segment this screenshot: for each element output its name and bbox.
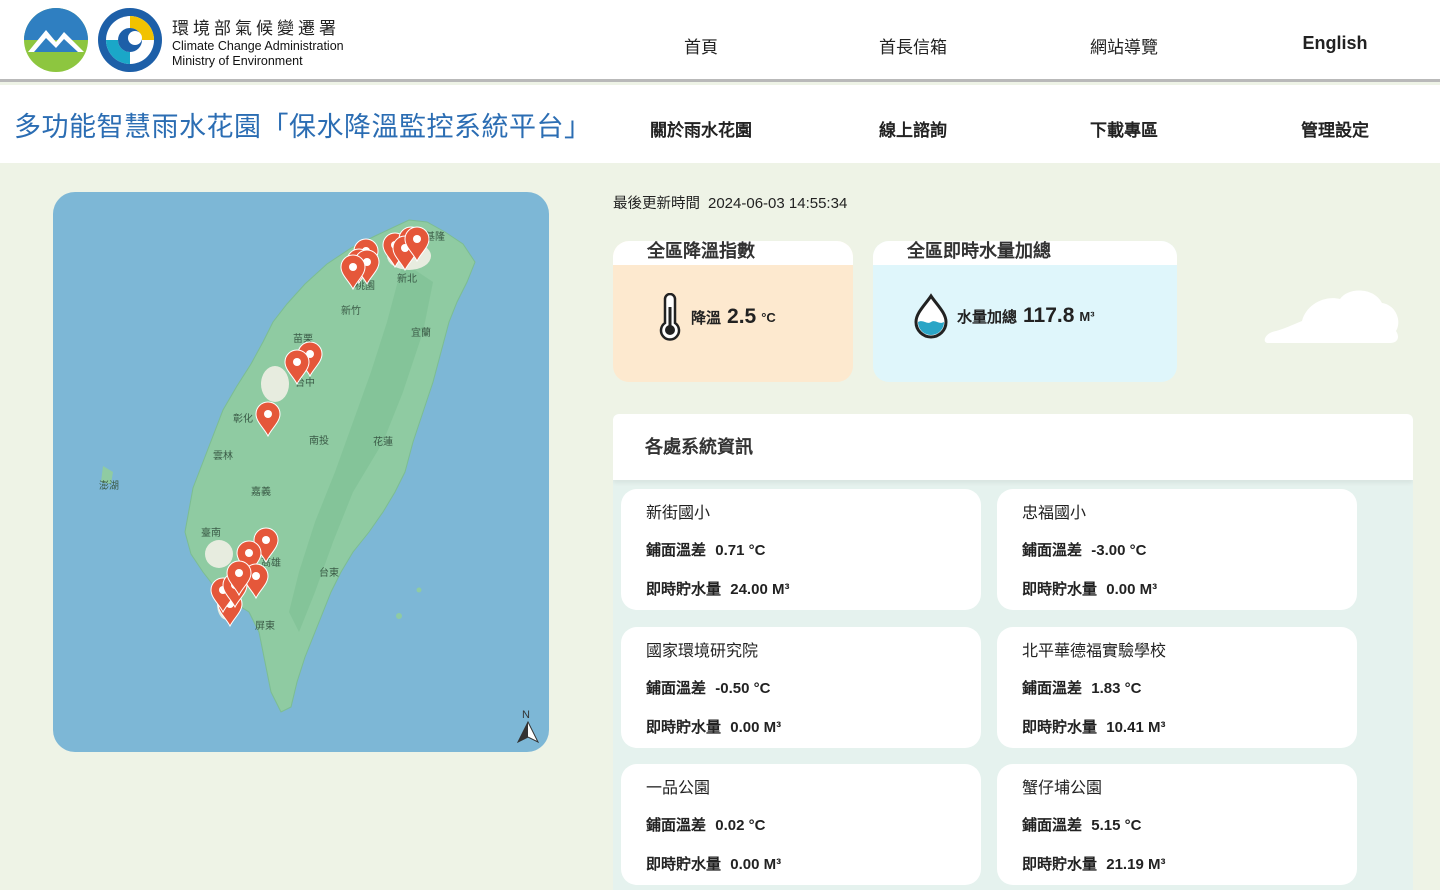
taiwan-landmass [184, 219, 476, 713]
green-island [416, 587, 422, 593]
site-title[interactable]: 多功能智慧雨水花園「保水降溫監控系統平台」 [14, 105, 592, 144]
site-temp-value: -3.00 °C [1091, 542, 1147, 559]
map-label-new-taipei: 新北 [397, 272, 417, 285]
site-name: 新街國小 [646, 503, 711, 522]
water-total-card: 全區即時水量加總 水量加總 117.8 M³ [873, 241, 1177, 382]
tainan-urban-area [205, 540, 233, 568]
site-card[interactable]: 蟹仔埔公園 鋪面溫差 5.15 °C 即時貯水量 21.19 M³ [997, 764, 1357, 885]
site-temp-label: 鋪面溫差 [646, 679, 707, 697]
site-card[interactable]: 北平華德福實驗學校 鋪面溫差 1.83 °C 即時貯水量 10.41 M³ [997, 627, 1357, 748]
map-label-taitung: 台東 [319, 566, 339, 579]
site-water-value: 21.19 M³ [1106, 856, 1166, 873]
last-updated: 最後更新時間 2024-06-03 14:55:34 [613, 192, 847, 213]
site-card[interactable]: 新街國小 鋪面溫差 0.71 °C 即時貯水量 24.00 M³ [621, 489, 981, 610]
logo-emblem-icon [24, 8, 162, 72]
sites-panel: 各處系統資訊 新街國小 鋪面溫差 0.71 °C 即時貯水量 24.00 M³ … [613, 414, 1413, 890]
site-water-value: 24.00 M³ [730, 581, 790, 598]
map-label-nantou: 南投 [309, 434, 329, 447]
site-name: 北平華德福實驗學校 [1022, 641, 1167, 660]
site-water-label: 即時貯水量 [646, 580, 722, 598]
map-pin-dot [293, 358, 301, 366]
site-water-label: 即時貯水量 [646, 718, 722, 736]
map-pin-dot [235, 569, 243, 577]
last-updated-value: 2024-06-03 14:55:34 [708, 195, 848, 212]
map-label-pingtung: 屏東 [255, 619, 275, 632]
site-water-label: 即時貯水量 [1022, 718, 1098, 736]
site-water-label: 即時貯水量 [1022, 855, 1098, 873]
nav-home[interactable]: 首頁 [684, 33, 718, 58]
logo-english-line-2: Ministry of Environment [172, 54, 303, 68]
agency-logo[interactable]: 環境部氣候變遷署 Climate Change Administration M… [24, 8, 384, 74]
site-water-value: 0.00 M³ [730, 719, 782, 736]
nav-about[interactable]: 關於雨水花園 [650, 116, 752, 141]
water-total-title: 全區即時水量加總 [873, 241, 1177, 265]
site-card[interactable]: 忠福國小 鋪面溫差 -3.00 °C 即時貯水量 0.00 M³ [997, 489, 1357, 610]
cooling-unit: °C [761, 309, 776, 325]
taichung-urban-area [261, 366, 289, 402]
map-pin-dot [245, 549, 253, 557]
map-label-penghu: 澎湖 [99, 480, 119, 492]
taiwan-map[interactable]: 基隆 臺北 新北 桃園 新竹 宜蘭 苗栗 台中 彰化 南投 花蓮 雲林 澎湖 嘉… [53, 192, 549, 752]
site-water-value: 0.00 M³ [1106, 581, 1158, 598]
site-temp-value: -0.50 °C [715, 680, 771, 697]
map-canvas: 基隆 臺北 新北 桃園 新竹 宜蘭 苗栗 台中 彰化 南投 花蓮 雲林 澎湖 嘉… [99, 219, 540, 744]
cooling-value: 2.5 [727, 305, 757, 328]
map-label-yunlin: 雲林 [213, 449, 233, 462]
site-temp-value: 5.15 °C [1091, 817, 1142, 834]
cooling-label: 降溫 [691, 308, 722, 327]
site-temp-value: 1.83 °C [1091, 680, 1142, 697]
site-water-value: 0.00 M³ [730, 856, 782, 873]
map-label-hualien: 花蓮 [373, 435, 393, 448]
water-total-unit: M³ [1079, 308, 1095, 324]
site-name: 一品公園 [646, 778, 711, 797]
site-card[interactable]: 一品公園 鋪面溫差 0.02 °C 即時貯水量 0.00 M³ [621, 764, 981, 885]
site-name: 蟹仔埔公園 [1022, 778, 1103, 797]
water-drop-icon [914, 293, 948, 339]
site-temp-value: 0.02 °C [715, 817, 766, 834]
nav-director-mailbox[interactable]: 首長信箱 [879, 33, 947, 58]
nav-english[interactable]: English [1302, 33, 1367, 54]
cloud-decoration-icon [1264, 290, 1399, 343]
map-label-hsinchu: 新竹 [341, 304, 361, 317]
map-pin-dot [262, 536, 270, 544]
nav-sitemap[interactable]: 網站導覽 [1090, 33, 1158, 58]
site-card[interactable]: 國家環境研究院 鋪面溫差 -0.50 °C 即時貯水量 0.00 M³ [621, 627, 981, 748]
site-temp-label: 鋪面溫差 [646, 541, 707, 559]
map-pin-dot [349, 263, 357, 271]
site-water-label: 即時貯水量 [646, 855, 722, 873]
site-name: 忠福國小 [1022, 503, 1087, 522]
north-arrow-icon: N [516, 709, 540, 744]
svg-text:N: N [522, 709, 530, 721]
map-pin-dot [264, 410, 272, 418]
sites-panel-title: 各處系統資訊 [645, 437, 753, 458]
nav-admin-settings[interactable]: 管理設定 [1301, 116, 1369, 141]
cooling-index-card: 全區降溫指數 降溫 2.5 °C [613, 241, 853, 382]
thermometer-icon [659, 293, 681, 341]
cooling-index-title: 全區降溫指數 [613, 241, 853, 265]
nav-downloads[interactable]: 下載專區 [1090, 116, 1158, 141]
site-temp-label: 鋪面溫差 [1022, 679, 1083, 697]
site-temp-label: 鋪面溫差 [1022, 541, 1083, 559]
water-total-value: 117.8 [1023, 304, 1075, 327]
logo-chinese-name: 環境部氣候變遷署 [172, 19, 340, 39]
map-label-tainan: 臺南 [201, 526, 221, 539]
water-total-label: 水量加總 [957, 307, 1018, 326]
site-temp-value: 0.71 °C [715, 542, 766, 559]
map-label-chiayi: 嘉義 [251, 485, 271, 498]
site-water-value: 10.41 M³ [1106, 719, 1166, 736]
last-updated-label: 最後更新時間 [613, 196, 700, 212]
orchid-island [396, 613, 402, 619]
map-label-changhua: 彰化 [233, 412, 253, 425]
map-label-yilan: 宜蘭 [411, 326, 431, 339]
site-temp-label: 鋪面溫差 [646, 816, 707, 834]
title-bar: 多功能智慧雨水花園「保水降溫監控系統平台」 關於雨水花園 線上諮詢 下載專區 管… [0, 85, 1440, 163]
site-temp-label: 鋪面溫差 [1022, 816, 1083, 834]
map-pin-dot [413, 235, 421, 243]
logo-english-line-1: Climate Change Administration [172, 39, 344, 53]
site-name: 國家環境研究院 [646, 641, 759, 660]
site-water-label: 即時貯水量 [1022, 580, 1098, 598]
map-pin-dot [252, 572, 260, 580]
nav-consultation[interactable]: 線上諮詢 [879, 116, 947, 141]
top-header: 環境部氣候變遷署 Climate Change Administration M… [0, 0, 1440, 82]
